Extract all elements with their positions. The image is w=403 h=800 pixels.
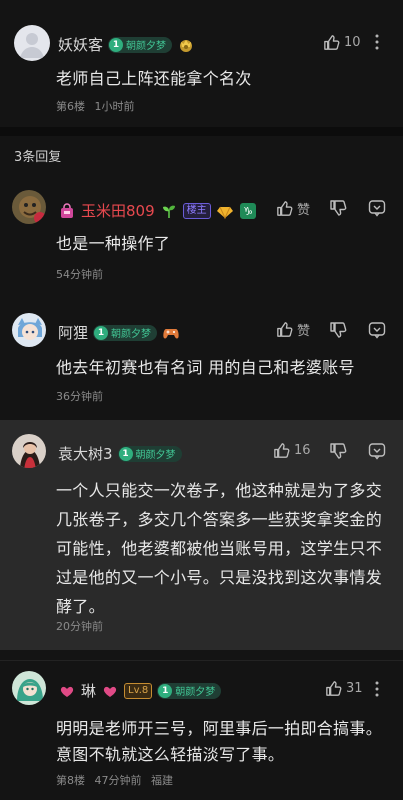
username[interactable]: 袁大树3 bbox=[58, 443, 113, 464]
replies-count-header: 3条回复 bbox=[14, 150, 62, 165]
owner-badge: 楼主 bbox=[182, 202, 211, 219]
thumb-up-icon bbox=[324, 35, 340, 50]
like-label: 赞 bbox=[297, 203, 311, 218]
crown-medal-icon bbox=[177, 36, 195, 54]
shopping-bag-icon bbox=[58, 202, 76, 220]
like-count: 16 bbox=[294, 443, 311, 458]
reply-menu-icon[interactable] bbox=[367, 198, 387, 218]
svg-text:♑: ♑ bbox=[243, 205, 253, 218]
avatar[interactable] bbox=[12, 671, 46, 705]
comment-text: 明明是老师开三号，阿里事后一拍即合搞事。意图不轨就这么轻描淡写了事。 bbox=[56, 719, 383, 764]
more-options-icon[interactable] bbox=[367, 679, 387, 699]
username[interactable]: 琳 bbox=[81, 680, 96, 701]
username[interactable]: 阿狸 bbox=[58, 322, 88, 343]
dislike-icon[interactable] bbox=[328, 198, 348, 218]
hearts-icon bbox=[58, 682, 76, 700]
comment-meta: 第6楼 1小时前 bbox=[56, 98, 141, 114]
like-button[interactable]: 31 bbox=[324, 679, 363, 698]
timestamp: 54分钟前 bbox=[56, 268, 103, 281]
username[interactable]: 玉米田809 bbox=[81, 200, 155, 221]
timestamp: 47分钟前 bbox=[94, 774, 142, 787]
floor-number: 第6楼 bbox=[56, 100, 85, 113]
hearts-icon bbox=[101, 682, 119, 700]
level-badge: 1 朝颜夕梦 bbox=[93, 324, 158, 341]
thumb-up-icon bbox=[277, 201, 293, 216]
like-count: 10 bbox=[344, 35, 361, 50]
avatar[interactable] bbox=[12, 190, 46, 224]
floor-number: 第8楼 bbox=[56, 774, 85, 787]
divider bbox=[0, 660, 403, 661]
section-divider bbox=[0, 127, 403, 136]
timestamp: 36分钟前 bbox=[56, 390, 103, 403]
like-label: 赞 bbox=[297, 324, 311, 339]
level-badge: 1 朝颜夕梦 bbox=[117, 445, 182, 462]
reply-menu-icon[interactable] bbox=[367, 320, 387, 340]
level-badge: 1 朝颜夕梦 bbox=[108, 36, 173, 53]
comment-text: 他去年初赛也有名词 用的自己和老婆账号 bbox=[56, 358, 355, 377]
gamepad-icon bbox=[162, 324, 180, 342]
avatar[interactable] bbox=[12, 434, 46, 468]
more-options-icon[interactable] bbox=[367, 32, 387, 52]
like-count: 31 bbox=[346, 681, 363, 696]
thumb-up-icon bbox=[274, 443, 290, 458]
like-button[interactable]: 16 bbox=[272, 441, 311, 460]
like-button[interactable]: 10 bbox=[322, 33, 361, 52]
sprout-icon bbox=[160, 202, 178, 220]
timestamp: 20分钟前 bbox=[56, 620, 103, 633]
level-tag: Lv.8 bbox=[124, 682, 153, 699]
avatar[interactable] bbox=[12, 313, 46, 347]
username[interactable]: 妖妖客 bbox=[58, 34, 103, 55]
main-post: 妖妖客 1 朝颜夕梦 10 老师自己上阵还能拿个名次 第6楼 1小时前 bbox=[0, 0, 403, 127]
timestamp: 1小时前 bbox=[94, 100, 135, 113]
diamond-icon bbox=[216, 202, 234, 220]
level-badge: 1 朝颜夕梦 bbox=[157, 682, 222, 699]
comment-text: 一个人只能交一次卷子，他这种就是为了多交几张卷子，多交几个答案多一些获奖拿奖金的… bbox=[56, 481, 383, 616]
comment-text: 老师自己上阵还能拿个名次 bbox=[56, 69, 252, 88]
location: 福建 bbox=[151, 774, 173, 787]
thumb-up-icon bbox=[326, 681, 342, 696]
like-button[interactable]: 赞 bbox=[275, 199, 310, 218]
reply-menu-icon[interactable] bbox=[367, 441, 387, 461]
like-button[interactable]: 赞 bbox=[275, 320, 310, 339]
thumb-up-icon bbox=[277, 322, 293, 337]
comment-text: 也是一种操作了 bbox=[56, 234, 171, 253]
dislike-icon[interactable] bbox=[328, 320, 348, 340]
comment-meta: 第8楼 47分钟前 福建 bbox=[56, 772, 179, 788]
dislike-icon[interactable] bbox=[328, 441, 348, 461]
zodiac-capricorn-icon: ♑ bbox=[239, 202, 257, 220]
avatar[interactable] bbox=[14, 25, 50, 61]
